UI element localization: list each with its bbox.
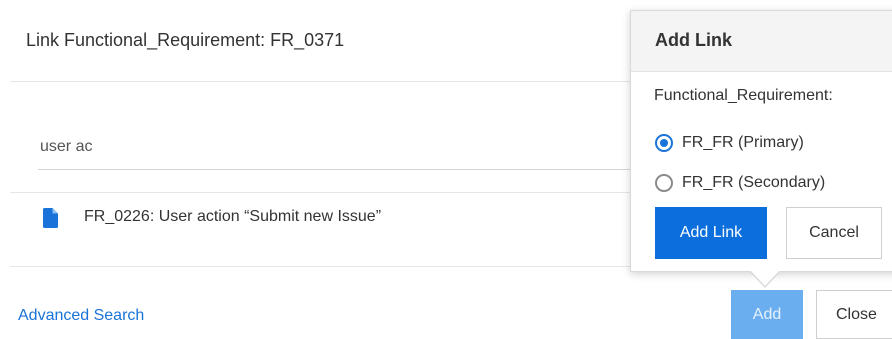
document-icon — [43, 208, 58, 228]
popover-arrow-fill — [750, 270, 780, 286]
radio-option-label: FR_FR (Secondary) — [682, 174, 826, 191]
radio-unselected-icon[interactable] — [655, 174, 673, 192]
add-button[interactable]: Add — [731, 290, 803, 339]
popover-title: Add Link — [655, 30, 732, 50]
advanced-search-link[interactable]: Advanced Search — [18, 307, 144, 325]
dialog-title: Link Functional_Requirement: FR_0371 — [26, 30, 345, 50]
result-label: FR_0226: User action “Submit new Issue” — [84, 208, 382, 225]
radio-option-label: FR_FR (Primary) — [682, 134, 804, 151]
add-link-popover: Add Link Functional_Requirement: FR_FR (… — [630, 10, 892, 272]
cancel-button[interactable]: Cancel — [786, 207, 882, 259]
radio-selected-icon[interactable] — [655, 134, 673, 152]
link-type-group-label: Functional_Requirement: — [654, 87, 833, 104]
link-dialog: Link Functional_Requirement: FR_0371 FR_… — [0, 0, 892, 339]
radio-option-secondary[interactable]: FR_FR (Secondary) — [655, 172, 825, 194]
add-link-button[interactable]: Add Link — [655, 207, 767, 259]
popover-header: Add Link — [631, 11, 892, 72]
radio-option-primary[interactable]: FR_FR (Primary) — [655, 132, 804, 154]
close-button[interactable]: Close — [816, 290, 892, 339]
